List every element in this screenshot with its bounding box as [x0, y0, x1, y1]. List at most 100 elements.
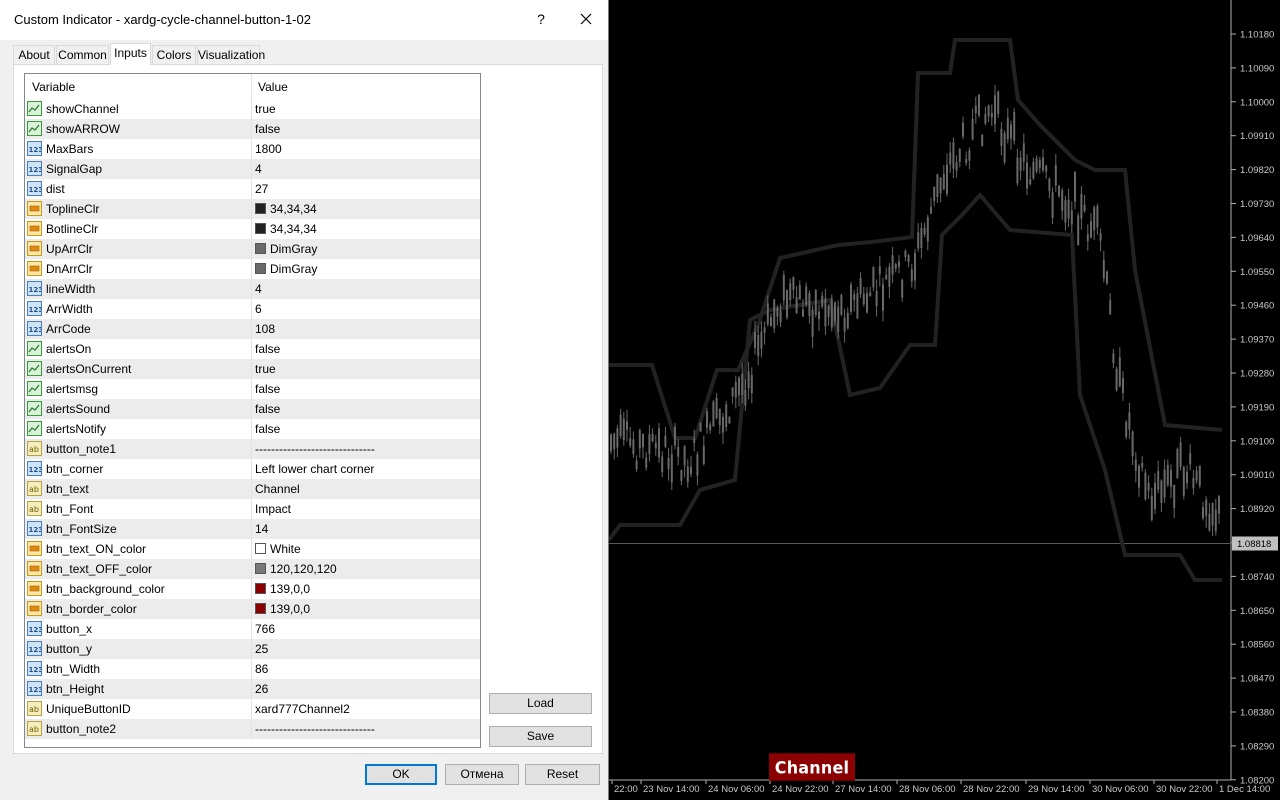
cancel-button[interactable]: Отмена [445, 764, 519, 785]
variable-value[interactable]: 25 [255, 642, 268, 656]
integer-type-icon: 123 [27, 461, 42, 476]
close-button[interactable] [572, 6, 600, 32]
table-row[interactable]: 123 dist 27 [25, 179, 480, 199]
tab-colors[interactable]: Colors [152, 45, 196, 64]
tab-inputs[interactable]: Inputs [110, 43, 151, 65]
table-row[interactable]: UpArrClr DimGray [25, 239, 480, 259]
value-text: DimGray [270, 262, 318, 276]
table-row[interactable]: 123 btn_FontSize 14 [25, 519, 480, 539]
table-row[interactable]: 123 btn_Height 26 [25, 679, 480, 699]
price-label: 1.08290 [1240, 741, 1274, 752]
table-row[interactable]: ToplineClr 34,34,34 [25, 199, 480, 219]
table-row[interactable]: 123 MaxBars 1800 [25, 139, 480, 159]
variable-name: button_note2 [46, 722, 117, 736]
column-header-value[interactable]: Value [258, 80, 288, 94]
tab-visualization[interactable]: Visualization [197, 45, 265, 64]
table-row[interactable]: btn_border_color 139,0,0 [25, 599, 480, 619]
variable-value[interactable]: ------------------------------ [255, 722, 375, 736]
variable-value[interactable]: 34,34,34 [255, 202, 317, 216]
table-row[interactable]: showARROW false [25, 119, 480, 139]
table-row[interactable]: ab button_note2 --------------------------… [25, 719, 480, 739]
variable-name: MaxBars [46, 142, 94, 156]
reset-button[interactable]: Reset [525, 764, 600, 785]
variable-value[interactable]: 14 [255, 522, 268, 536]
variable-value[interactable]: 6 [255, 302, 262, 316]
table-row[interactable]: 123 ArrCode 108 [25, 319, 480, 339]
variable-value[interactable]: 1800 [255, 142, 282, 156]
variable-value[interactable]: White [255, 542, 301, 556]
svg-text:123: 123 [29, 186, 42, 194]
table-row[interactable]: DnArrClr DimGray [25, 259, 480, 279]
variable-value[interactable]: 34,34,34 [255, 222, 317, 236]
variable-value[interactable]: 27 [255, 182, 268, 196]
table-row[interactable]: btn_background_color 139,0,0 [25, 579, 480, 599]
table-row[interactable]: showChannel true [25, 99, 480, 119]
variable-value[interactable]: false [255, 342, 280, 356]
variable-value[interactable]: Channel [255, 482, 300, 496]
price-label: 1.09010 [1240, 470, 1274, 481]
variable-value[interactable]: Left lower chart corner [255, 462, 374, 476]
close-icon [580, 13, 592, 25]
table-row[interactable]: alertsNotify false [25, 419, 480, 439]
price-label: 1.09190 [1240, 402, 1274, 413]
value-text: false [255, 422, 281, 436]
table-row[interactable]: 123 ArrWidth 6 [25, 299, 480, 319]
table-row[interactable]: btn_text_ON_color White [25, 539, 480, 559]
variable-value[interactable]: true [255, 102, 276, 116]
value-text: White [270, 542, 301, 556]
variable-name: btn_text_ON_color [46, 542, 147, 556]
title-bar: Custom Indicator - xardg-cycle-channel-b… [0, 0, 608, 40]
variable-value[interactable]: 4 [255, 282, 262, 296]
variable-value[interactable]: ------------------------------ [255, 442, 375, 456]
table-row[interactable]: 123 btn_corner Left lower chart corner [25, 459, 480, 479]
variable-value[interactable]: true [255, 362, 276, 376]
save-button[interactable]: Save [489, 726, 592, 747]
table-row[interactable]: btn_text_OFF_color 120,120,120 [25, 559, 480, 579]
variable-value[interactable]: xard777Channel2 [255, 702, 350, 716]
variable-value[interactable]: DimGray [255, 242, 317, 256]
variable-value[interactable]: false [255, 122, 280, 136]
tab-about[interactable]: About [13, 45, 55, 64]
table-row[interactable]: alertsmsg false [25, 379, 480, 399]
variable-value[interactable]: false [255, 402, 280, 416]
variable-name: BotlineClr [46, 222, 99, 236]
table-row[interactable]: ab UniqueButtonID xard777Channel2 [25, 699, 480, 719]
table-row[interactable]: 123 lineWidth 4 [25, 279, 480, 299]
channel-toggle-button[interactable]: Channel [769, 753, 855, 781]
variable-value[interactable]: false [255, 422, 280, 436]
load-button[interactable]: Load [489, 693, 592, 714]
variable-value[interactable]: DimGray [255, 262, 317, 276]
variable-value[interactable]: false [255, 382, 280, 396]
table-row[interactable]: 123 button_y 25 [25, 639, 480, 659]
variable-value[interactable]: 26 [255, 682, 268, 696]
variable-value[interactable]: 120,120,120 [255, 562, 337, 576]
tab-common[interactable]: Common [56, 45, 109, 64]
table-row[interactable]: BotlineClr 34,34,34 [25, 219, 480, 239]
svg-text:123: 123 [29, 466, 42, 474]
table-row[interactable]: alertsOnCurrent true [25, 359, 480, 379]
help-button[interactable]: ? [530, 8, 552, 30]
table-row[interactable]: 123 SignalGap 4 [25, 159, 480, 179]
column-header-variable[interactable]: Variable [32, 80, 75, 94]
ok-button[interactable]: OK [365, 764, 437, 785]
table-row[interactable]: ab btn_Font Impact [25, 499, 480, 519]
table-row[interactable]: 123 button_x 766 [25, 619, 480, 639]
price-label: 1.09910 [1240, 131, 1274, 142]
boolean-type-icon [27, 421, 42, 436]
time-label: 22:00 [614, 784, 638, 795]
table-row[interactable]: alertsSound false [25, 399, 480, 419]
variable-value[interactable]: 766 [255, 622, 275, 636]
table-row[interactable]: ab button_note1 --------------------------… [25, 439, 480, 459]
table-row[interactable]: 123 btn_Width 86 [25, 659, 480, 679]
variable-value[interactable]: 139,0,0 [255, 582, 310, 596]
variable-value[interactable]: Impact [255, 502, 291, 516]
variable-value[interactable]: 139,0,0 [255, 602, 310, 616]
variable-value[interactable]: 86 [255, 662, 268, 676]
table-row[interactable]: ab btn_text Channel [25, 479, 480, 499]
value-text: 766 [255, 622, 276, 636]
svg-text:123: 123 [29, 666, 42, 674]
variable-value[interactable]: 4 [255, 162, 262, 176]
table-row[interactable]: alertsOn false [25, 339, 480, 359]
variable-name: dist [46, 182, 65, 196]
variable-value[interactable]: 108 [255, 322, 275, 336]
